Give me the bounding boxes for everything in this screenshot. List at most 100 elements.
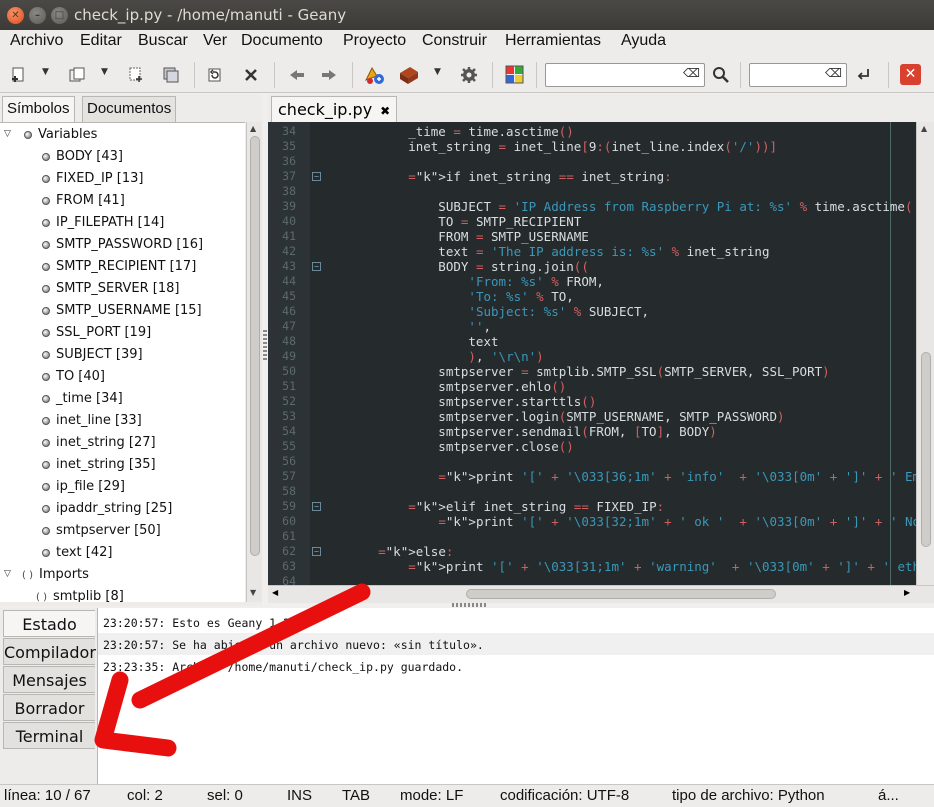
code-line[interactable]: TO = SMTP_RECIPIENT bbox=[348, 214, 581, 229]
tab-estado[interactable]: Estado bbox=[3, 610, 95, 637]
tree-item[interactable]: ipaddr_string [25] bbox=[42, 501, 172, 516]
tree-item[interactable]: ip_file [29] bbox=[42, 479, 125, 494]
tree-item[interactable]: SMTP_PASSWORD [16] bbox=[42, 237, 203, 252]
code-line[interactable]: FROM = SMTP_USERNAME bbox=[348, 229, 589, 244]
code-line[interactable]: ="k">else: bbox=[348, 544, 453, 559]
open-file-icon[interactable] bbox=[66, 64, 88, 86]
tree-item[interactable]: TO [40] bbox=[42, 369, 105, 384]
tree-group-variables[interactable]: Variables bbox=[24, 127, 97, 142]
sidebar-scrollbar[interactable]: ▲ ▼ bbox=[246, 122, 262, 602]
tree-item[interactable]: FROM [41] bbox=[42, 193, 125, 208]
menu-ayuda[interactable]: Ayuda bbox=[621, 32, 666, 50]
goto-line-input[interactable]: ⌫ bbox=[749, 63, 847, 87]
compile-icon[interactable] bbox=[364, 64, 386, 86]
window-close-button[interactable]: ✕ bbox=[7, 7, 24, 24]
code-line[interactable]: SUBJECT = 'IP Address from Raspberry Pi … bbox=[348, 199, 912, 214]
pane-splitter[interactable] bbox=[263, 330, 267, 360]
tree-item[interactable]: IP_FILEPATH [14] bbox=[42, 215, 164, 230]
tab-terminal[interactable]: Terminal bbox=[3, 722, 95, 749]
tree-item[interactable]: smtpserver [50] bbox=[42, 523, 161, 538]
code-line[interactable]: ="k">print '[' + '\033[32;1m' + ' ok ' +… bbox=[348, 514, 916, 529]
tab-simbolos[interactable]: Símbolos bbox=[2, 96, 75, 122]
scroll-right-icon[interactable]: ▶ bbox=[904, 588, 910, 597]
code-line[interactable]: ="k">if inet_string == inet_string: bbox=[348, 169, 671, 184]
code-editor[interactable]: 34 _time = time.asctime() 35 inet_string … bbox=[268, 122, 916, 585]
menu-proyecto[interactable]: Proyecto bbox=[343, 32, 406, 50]
tree-item[interactable]: inet_line [33] bbox=[42, 413, 142, 428]
code-line[interactable]: _time = time.asctime() bbox=[348, 124, 574, 139]
window-maximize-button[interactable]: □ bbox=[51, 7, 68, 24]
save-all-icon[interactable] bbox=[160, 64, 182, 86]
forward-icon[interactable] bbox=[318, 64, 340, 86]
clear-search-icon[interactable]: ⌫ bbox=[683, 66, 700, 80]
fold-marker-icon[interactable]: − bbox=[312, 262, 321, 271]
tab-compilador[interactable]: Compilador bbox=[3, 638, 96, 665]
symbol-tree[interactable]: ▽ Variables BODY [43] FIXED_IP [13] FROM… bbox=[0, 122, 245, 602]
code-line[interactable]: 'Subject: %s' % SUBJECT, bbox=[348, 304, 649, 319]
open-file-dropdown-icon[interactable]: ▼ bbox=[101, 67, 108, 77]
code-line[interactable]: ), '\r\n') bbox=[348, 349, 543, 364]
tab-check-ip[interactable]: check_ip.py ✖ bbox=[271, 96, 398, 122]
new-file-icon[interactable] bbox=[8, 64, 30, 86]
menu-construir[interactable]: Construir bbox=[422, 32, 487, 50]
code-line[interactable]: inet_string = inet_line[9:(inet_line.ind… bbox=[348, 139, 777, 154]
scroll-up-icon[interactable]: ▲ bbox=[250, 124, 256, 133]
close-tab-icon[interactable]: ✖ bbox=[380, 104, 390, 118]
tree-item[interactable]: inet_string [35] bbox=[42, 457, 156, 472]
tree-item[interactable]: _time [34] bbox=[42, 391, 123, 406]
back-icon[interactable] bbox=[286, 64, 308, 86]
code-line[interactable]: ="k">print '[' + '\033[36;1m' + 'info' +… bbox=[348, 469, 916, 484]
fold-marker-icon[interactable]: − bbox=[312, 502, 321, 511]
build-icon[interactable] bbox=[398, 64, 420, 86]
code-line[interactable]: text bbox=[348, 334, 498, 349]
code-line[interactable]: smtpserver.sendmail(FROM, [TO], BODY) bbox=[348, 424, 717, 439]
tree-item[interactable]: SMTP_SERVER [18] bbox=[42, 281, 180, 296]
menu-archivo[interactable]: Archivo bbox=[10, 32, 63, 50]
code-line[interactable]: 'To: %s' % TO, bbox=[348, 289, 573, 304]
editor-scroll-thumb[interactable] bbox=[921, 352, 931, 547]
tree-item[interactable]: SUBJECT [39] bbox=[42, 347, 143, 362]
color-chooser-icon[interactable] bbox=[504, 64, 526, 86]
code-line[interactable]: ="k">elif inet_string == FIXED_IP: bbox=[348, 499, 664, 514]
tree-item[interactable]: inet_string [27] bbox=[42, 435, 156, 450]
menu-editar[interactable]: Editar bbox=[80, 32, 122, 50]
close-file-icon[interactable] bbox=[240, 64, 262, 86]
build-dropdown-icon[interactable]: ▼ bbox=[434, 67, 441, 77]
editor-horizontal-scrollbar[interactable]: ◀ ▶ bbox=[268, 585, 934, 603]
menu-documento[interactable]: Documento bbox=[241, 32, 323, 50]
code-line[interactable]: smtpserver.close() bbox=[348, 439, 573, 454]
scroll-left-icon[interactable]: ◀ bbox=[272, 588, 278, 597]
preferences-icon[interactable] bbox=[458, 64, 480, 86]
code-line[interactable]: smtpserver.starttls() bbox=[348, 394, 596, 409]
tab-mensajes[interactable]: Mensajes bbox=[3, 666, 95, 693]
window-minimize-button[interactable]: – bbox=[29, 7, 46, 24]
tree-item[interactable]: FIXED_IP [13] bbox=[42, 171, 143, 186]
tree-item[interactable]: SSL_PORT [19] bbox=[42, 325, 151, 340]
tree-item[interactable]: SMTP_USERNAME [15] bbox=[42, 303, 202, 318]
editor-scroll-up-icon[interactable]: ▲ bbox=[921, 124, 927, 133]
tree-item-import[interactable]: ( ) smtplib [8] bbox=[36, 589, 124, 602]
collapse-variables-icon[interactable]: ▽ bbox=[4, 129, 11, 139]
menu-buscar[interactable]: Buscar bbox=[138, 32, 188, 50]
jump-to-line-icon[interactable] bbox=[852, 64, 874, 86]
tree-group-imports[interactable]: ( ) Imports bbox=[22, 567, 89, 582]
tree-item[interactable]: text [42] bbox=[42, 545, 112, 560]
search-input[interactable]: ⌫ bbox=[545, 63, 705, 87]
quit-icon[interactable]: ✕ bbox=[900, 64, 921, 85]
save-icon[interactable] bbox=[126, 64, 148, 86]
panel-splitter[interactable] bbox=[452, 603, 486, 607]
new-file-dropdown-icon[interactable]: ▼ bbox=[42, 67, 49, 77]
scroll-down-icon[interactable]: ▼ bbox=[250, 588, 256, 597]
editor-vertical-scrollbar[interactable]: ▲ bbox=[916, 122, 934, 585]
sidebar-scroll-thumb[interactable] bbox=[250, 136, 260, 556]
code-line[interactable]: '', bbox=[348, 319, 491, 334]
code-line[interactable]: smtpserver.login(SMTP_USERNAME, SMTP_PAS… bbox=[348, 409, 784, 424]
tree-item[interactable]: BODY [43] bbox=[42, 149, 123, 164]
code-line[interactable]: BODY = string.join(( bbox=[348, 259, 589, 274]
code-line[interactable]: 'From: %s' % FROM, bbox=[348, 274, 603, 289]
tab-documentos[interactable]: Documentos bbox=[82, 96, 177, 122]
menu-ver[interactable]: Ver bbox=[203, 32, 227, 50]
code-line[interactable]: smtpserver = smtplib.SMTP_SSL(SMTP_SERVE… bbox=[348, 364, 829, 379]
tree-item[interactable]: SMTP_RECIPIENT [17] bbox=[42, 259, 196, 274]
fold-marker-icon[interactable]: − bbox=[312, 547, 321, 556]
